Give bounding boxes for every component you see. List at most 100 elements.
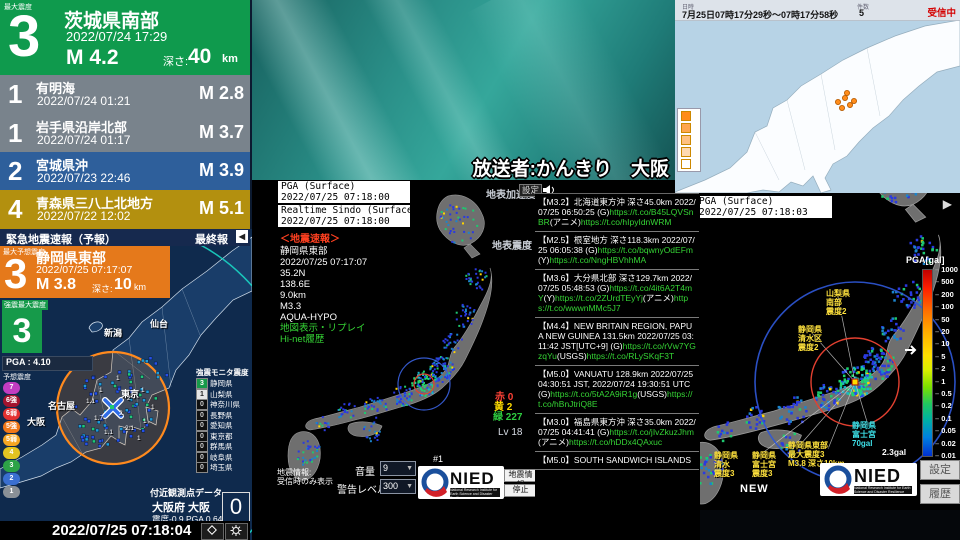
eew-final-badge: 最終報 [195, 234, 228, 246]
pga-tick: – 10 [935, 339, 950, 349]
intensity-scale-level: 1 [3, 486, 20, 498]
monitor-intensity-row: 3 静岡県 [196, 378, 250, 389]
tweet-entry: 【M5.0】SOUTH SANDWICH ISLANDS [535, 452, 699, 470]
hypo-line: 9.0km [280, 290, 306, 301]
tweet-text: (Y) [543, 293, 556, 303]
tweet-link[interactable]: https://t.co/5tA2A9iR1g [550, 389, 637, 399]
intensity-scale-level: 6弱 [3, 408, 20, 420]
tweet-entry: 【M4.4】NEW BRITAIN REGION, PAPUA NEW GUIN… [535, 318, 699, 366]
station-intensity-reading: 2.1 [125, 425, 135, 432]
predicted-scale-label: 予想震度 [3, 374, 31, 381]
intensity-scale-level: 6強 [3, 395, 20, 407]
volume-label: 音量 [355, 467, 375, 478]
intensity-scale-level: 5強 [3, 421, 20, 433]
tweet-link[interactable]: https://t.co/hDDx4QAxuc [569, 437, 662, 447]
station-label: 静岡県 清水 震度3 [714, 451, 738, 478]
intensity-scale-level: 3 [3, 460, 20, 472]
tweet-link[interactable]: https://t.co/hIpyIdnWRM [581, 217, 672, 227]
tweet-link[interactable]: https://t.co/NngHBVhhMA [549, 255, 646, 265]
video-background: 放送者:かんきり 大阪 [250, 0, 675, 185]
volume-select[interactable]: 9 ▼ [380, 461, 416, 476]
play-icon[interactable]: ▶ [943, 197, 952, 211]
monitor-intensity-row: 0 愛知県 [196, 420, 250, 431]
quake-time: 2022/07/22 12:02 [37, 209, 131, 223]
hypo-line: 2022/07/25 07:17:07 [280, 257, 368, 268]
station-intensity-reading: 1 [151, 404, 155, 411]
hypo-link[interactable]: 地図表示・リプレイ [280, 323, 367, 334]
tweet-text: (アニメ) [538, 437, 569, 447]
monitor2-history-button[interactable]: 履歴 [920, 484, 960, 504]
tweet-link[interactable]: https://t.co/bqwnyOdEFm [598, 245, 693, 255]
pga-tick: – 500 [935, 277, 954, 287]
monitor-intensity-title: 強震モニタ震度 [196, 368, 249, 377]
intensity-scale-level: 7 [3, 382, 20, 394]
hypo-line: 138.6E [280, 279, 311, 290]
stop-button[interactable]: 停止 [504, 484, 537, 497]
jma-map-header: 日時 7月25日07時17分29秒～07時17分58秒 件数 5 受信中 [675, 0, 960, 21]
quake-row: 2 宮城県沖 2022/07/23 22:46 M 3.9 [0, 152, 250, 191]
quake-row: 1 岩手県沿岸北部 2022/07/24 01:17 M 3.7 [0, 114, 250, 153]
hypo-line: AQUA-HYPO [280, 312, 338, 323]
settings-gear-button[interactable] [225, 523, 248, 540]
collapse-button[interactable]: ◀ [236, 230, 248, 243]
eew-time: 2022/07/25 07:17:07 [36, 264, 133, 276]
monitor1-header-pga: PGA (Surface) 2022/07/25 07:18:00 [278, 181, 410, 203]
eew-depth-label: 深さ: [92, 284, 113, 294]
depth-unit: km [222, 53, 238, 65]
tweet-entry: 【M3.0】福島県東方沖 深さ35.0km 2022/07/25 04:41:4… [535, 414, 699, 452]
quake-time: 2022/07/24 17:29 [66, 29, 168, 44]
depth-value: 40 [188, 45, 212, 68]
pga-tick: – 0.1 [935, 413, 952, 423]
tweet-entry: 【M3.2】北海道東方沖 深さ45.0km 2022/07/25 06:50:2… [535, 194, 699, 232]
station-intensity-reading: 1 [99, 387, 103, 394]
pga-tick: – 0.5 [935, 389, 952, 398]
tweet-text: (アニメ) [549, 217, 581, 227]
station-label: 山梨県 南部 震度2 [826, 289, 850, 316]
surface-shindo-label: 地表震度 [492, 241, 532, 252]
city-label: 大阪 [27, 417, 46, 427]
quake-history-panel: 最大震度 3 茨城県南部 2022/07/24 17:29 M 4.2 深さ: … [0, 0, 252, 540]
monitor-intensity-row: 0 群馬県 [196, 441, 250, 452]
quake-magnitude: M 5.1 [198, 198, 244, 218]
monitor-intensity-row: 0 埼玉県 [196, 462, 250, 473]
hypo-link[interactable]: Hi-net履歴 [280, 334, 367, 345]
stream-screenshot: { "video": {"broadcaster": "放送者:かんきり 大阪"… [0, 0, 960, 540]
warn-level-select[interactable]: 300 ▼ [380, 479, 416, 494]
quake-magnitude: M 3.9 [198, 160, 244, 180]
nied-logo: NIED National Research Institute for Ear… [418, 466, 504, 499]
tweet-text: (アニメ) [642, 293, 674, 303]
tweet-link[interactable]: https://t.co/jIvZkuzJhm [609, 427, 694, 437]
pga-tick: – 0.05 [935, 426, 956, 436]
pga-tick: – 200 [935, 289, 954, 299]
kyoshin-monitor-1: PGA (Surface) 2022/07/25 07:18:00 Realtim… [252, 180, 700, 540]
tweet-text: 【M5.0】SOUTH SANDWICH ISLANDS [538, 455, 692, 465]
monitor-intensity-row: 0 長野県 [196, 409, 250, 421]
eew-depth-value: 10 [114, 276, 132, 293]
tweet-text: (Y) [538, 255, 550, 265]
city-label: 仙台 [150, 319, 169, 329]
station-intensity-reading: 1.7 [94, 415, 104, 422]
station-intensity-reading: 1 [143, 418, 147, 425]
japan-map-light [675, 20, 960, 193]
eew-magnitude: M 3.8 [36, 276, 77, 293]
quake-time: 2022/07/24 01:17 [37, 133, 131, 147]
tweet-link[interactable]: https://t.co/RLySKqF3T [587, 351, 675, 361]
jma-map-window: 日時 7月25日07時17分29秒～07時17分58秒 件数 5 受信中 [675, 0, 960, 193]
monitor2-settings-button[interactable]: 設定 [920, 460, 960, 480]
quake-time: 2022/07/23 22:46 [37, 171, 131, 185]
eew-title: 緊急地震速報（予報） [6, 234, 116, 246]
station-label: 静岡県 富士宮 震度3 [752, 451, 776, 478]
quake-info-button[interactable]: 地震情報 [504, 469, 537, 489]
scale-arrow-icon [905, 345, 917, 355]
hypo-line: 35.2N [280, 268, 306, 279]
tweet-link[interactable]: https://t.co/2ZUrdTEyYj [555, 293, 643, 303]
datetime-range: 7月25日07時17分29秒～07時17分58秒 [682, 10, 839, 20]
intensity-scale-level: 4 [3, 447, 20, 459]
pga-tick: – 100 [935, 302, 954, 312]
pga-color-bar [922, 269, 933, 457]
new-event-tag: NEW [740, 483, 769, 495]
monitor-intensity-row: 0 神奈川県 [196, 399, 250, 410]
pga-tick: – 2 [935, 364, 946, 374]
marker-button[interactable] [201, 523, 224, 540]
nearby-intensity-value: 0 [222, 492, 250, 522]
